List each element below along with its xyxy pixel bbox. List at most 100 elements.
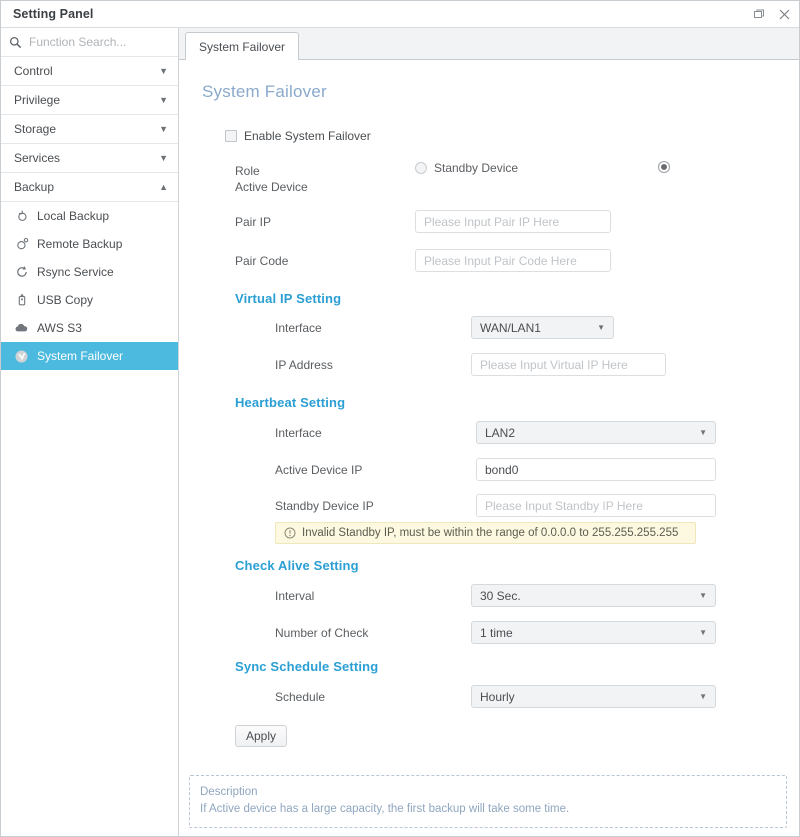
heartbeat-interface-select[interactable]: LAN2 ▼ bbox=[476, 421, 716, 444]
number-of-check-select[interactable]: 1 time ▼ bbox=[471, 621, 716, 644]
search-input[interactable] bbox=[29, 35, 170, 49]
virtual-ip-address-input[interactable] bbox=[471, 353, 666, 376]
window-titlebar: Setting Panel bbox=[1, 1, 799, 28]
sidebar-item-label: Local Backup bbox=[37, 209, 110, 223]
sidebar-item-label: USB Copy bbox=[37, 293, 94, 307]
remote-backup-icon bbox=[13, 237, 30, 251]
pair-code-row: Pair Code bbox=[179, 249, 799, 272]
interval-control: 30 Sec. ▼ bbox=[471, 584, 716, 607]
heartbeat-interface-label: Interface bbox=[275, 426, 322, 440]
virtual-ip-setting-heading: Virtual IP Setting bbox=[235, 291, 342, 306]
standby-ip-warning-text: Invalid Standby IP, must be within the r… bbox=[302, 527, 679, 539]
standby-device-option[interactable]: Standby Device bbox=[415, 159, 518, 175]
sidebar-group-storage[interactable]: Storage ▼ bbox=[1, 115, 178, 144]
number-of-check-row: Number of Check 1 time ▼ bbox=[179, 621, 799, 644]
failover-icon bbox=[13, 349, 30, 364]
window-controls bbox=[752, 7, 791, 21]
search-icon bbox=[9, 36, 22, 49]
standby-device-label: Standby Device bbox=[434, 161, 519, 175]
number-of-check-control: 1 time ▼ bbox=[471, 621, 716, 644]
sidebar-item-label: Rsync Service bbox=[37, 265, 114, 279]
active-device-ip-label: Active Device IP bbox=[275, 463, 363, 477]
description-text: If Active device has a large capacity, t… bbox=[200, 803, 570, 815]
role-label: Role Active Device bbox=[235, 159, 415, 195]
tab-strip: System Failover bbox=[179, 28, 799, 61]
standby-device-ip-input[interactable] bbox=[476, 494, 716, 517]
sidebar-group-label: Backup bbox=[14, 180, 55, 194]
failover-form: Enable System Failover Role Active Devic… bbox=[179, 129, 799, 747]
chevron-down-icon: ▼ bbox=[699, 590, 707, 600]
apply-button[interactable]: Apply bbox=[235, 725, 288, 747]
chevron-down-icon: ▼ bbox=[699, 691, 707, 701]
window-title: Setting Panel bbox=[13, 7, 94, 21]
role-label-line1: Role bbox=[235, 164, 260, 178]
sidebar-group-label: Control bbox=[14, 64, 53, 78]
pair-ip-input[interactable] bbox=[415, 210, 611, 233]
sidebar-item-local-backup[interactable]: Local Backup bbox=[1, 202, 178, 230]
check-alive-setting-heading: Check Alive Setting bbox=[235, 558, 359, 573]
settings-panel: System Failover Enable System Failover R… bbox=[179, 60, 799, 836]
sidebar-item-aws-s3[interactable]: AWS S3 bbox=[1, 314, 178, 342]
chevron-down-icon: ▼ bbox=[159, 123, 168, 134]
sidebar-group-privilege[interactable]: Privilege ▼ bbox=[1, 86, 178, 115]
chevron-down-icon: ▼ bbox=[597, 322, 605, 332]
sidebar-group-label: Privilege bbox=[14, 93, 61, 107]
heartbeat-interface-row: Interface LAN2 ▼ bbox=[179, 421, 799, 444]
apply-row: Apply bbox=[179, 725, 799, 747]
tab-system-failover[interactable]: System Failover bbox=[185, 32, 300, 61]
sidebar-item-usb-copy[interactable]: USB Copy bbox=[1, 286, 178, 314]
chevron-down-icon: ▼ bbox=[699, 627, 707, 637]
sidebar-group-label: Storage bbox=[14, 122, 57, 136]
standby-ip-warning: Invalid Standby IP, must be within the r… bbox=[275, 522, 696, 544]
sidebar-group-control[interactable]: Control ▼ bbox=[1, 57, 178, 86]
schedule-label: Schedule bbox=[275, 690, 326, 704]
pair-code-control bbox=[415, 249, 611, 272]
content-area: System Failover System Failover Enable S… bbox=[179, 28, 799, 836]
sidebar-item-system-failover[interactable]: System Failover bbox=[1, 342, 178, 370]
active-device-ip-control bbox=[476, 458, 716, 481]
virtual-ip-interface-control: WAN/LAN1 ▼ bbox=[471, 316, 614, 339]
active-device-ip-input[interactable] bbox=[476, 458, 716, 481]
chevron-down-icon: ▼ bbox=[699, 427, 707, 437]
sidebar-group-backup[interactable]: Backup ▲ bbox=[1, 173, 178, 202]
enable-system-failover-checkbox[interactable] bbox=[225, 130, 237, 142]
heartbeat-setting-heading: Heartbeat Setting bbox=[235, 395, 346, 410]
chevron-up-icon: ▲ bbox=[159, 181, 168, 192]
virtual-ip-interface-row: Interface WAN/LAN1 ▼ bbox=[179, 316, 799, 339]
interval-value: 30 Sec. bbox=[480, 588, 521, 603]
window-body: Control ▼ Privilege ▼ Storage ▼ Services… bbox=[1, 28, 799, 836]
virtual-ip-interface-label: Interface bbox=[275, 321, 322, 335]
standby-device-ip-row: Standby Device IP Invalid Standby IP, mu… bbox=[179, 494, 799, 544]
sidebar-item-remote-backup[interactable]: Remote Backup bbox=[1, 230, 178, 258]
virtual-ip-address-control bbox=[471, 353, 666, 376]
pair-ip-label: Pair IP bbox=[235, 215, 272, 229]
role-row: Role Active Device Standby Device bbox=[179, 159, 799, 195]
pair-code-input[interactable] bbox=[415, 249, 611, 272]
standby-device-ip-label: Standby Device IP bbox=[275, 499, 374, 513]
role-label-line2: Active Device bbox=[235, 180, 308, 194]
virtual-ip-interface-value: WAN/LAN1 bbox=[480, 320, 541, 335]
restore-icon[interactable] bbox=[752, 7, 766, 21]
description-title: Description bbox=[200, 786, 258, 798]
heartbeat-interface-value: LAN2 bbox=[485, 425, 516, 440]
sidebar-item-rsync-service[interactable]: Rsync Service bbox=[1, 258, 178, 286]
local-backup-icon bbox=[13, 209, 30, 223]
pair-ip-control bbox=[415, 210, 611, 233]
sidebar-group-services[interactable]: Services ▼ bbox=[1, 144, 178, 173]
chevron-down-icon: ▼ bbox=[159, 152, 168, 163]
chevron-down-icon: ▼ bbox=[159, 94, 168, 105]
standby-device-radio[interactable] bbox=[415, 162, 427, 174]
schedule-select[interactable]: Hourly ▼ bbox=[471, 685, 716, 708]
schedule-control: Hourly ▼ bbox=[471, 685, 716, 708]
function-search-row bbox=[1, 28, 178, 57]
active-device-radio[interactable] bbox=[658, 161, 670, 173]
sync-schedule-setting-heading: Sync Schedule Setting bbox=[235, 659, 379, 674]
sidebar-item-label: AWS S3 bbox=[37, 321, 82, 335]
close-icon[interactable] bbox=[777, 7, 791, 21]
interval-select[interactable]: 30 Sec. ▼ bbox=[471, 584, 716, 607]
interval-label: Interval bbox=[275, 589, 315, 603]
virtual-ip-interface-select[interactable]: WAN/LAN1 ▼ bbox=[471, 316, 614, 339]
standby-device-ip-control: Invalid Standby IP, must be within the r… bbox=[275, 494, 716, 544]
schedule-value: Hourly bbox=[480, 689, 515, 704]
exclamation-circle-icon bbox=[284, 527, 296, 539]
